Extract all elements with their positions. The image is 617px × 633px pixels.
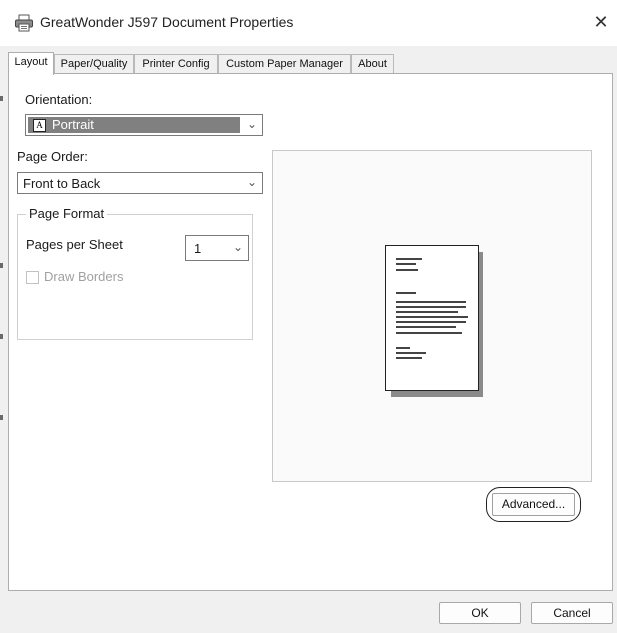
page-format-legend: Page Format xyxy=(26,206,108,221)
tab-about[interactable]: About xyxy=(351,54,394,73)
tab-custom-paper-manager[interactable]: Custom Paper Manager xyxy=(218,54,351,73)
ok-button[interactable]: OK xyxy=(439,602,521,624)
orientation-label: Orientation: xyxy=(25,92,93,107)
tab-layout[interactable]: Layout xyxy=(8,52,54,75)
edge-mark xyxy=(0,263,3,268)
tab-printer-config[interactable]: Printer Config xyxy=(134,54,218,73)
draw-borders-label: Draw Borders xyxy=(44,269,124,284)
draw-borders-checkbox[interactable] xyxy=(26,271,39,284)
edge-mark xyxy=(0,96,3,101)
chevron-down-icon: ⌄ xyxy=(246,117,257,131)
close-button[interactable]: ✕ xyxy=(590,11,612,33)
chevron-down-icon: ⌄ xyxy=(246,175,257,189)
pages-per-sheet-value: 1 xyxy=(194,241,202,256)
window-title: GreatWonder J597 Document Properties xyxy=(40,14,294,30)
edge-mark xyxy=(0,334,3,339)
pages-per-sheet-label: Pages per Sheet xyxy=(26,237,123,252)
tab-paper-quality[interactable]: Paper/Quality xyxy=(54,54,134,73)
advanced-button-highlight: Advanced... xyxy=(486,487,581,522)
title-bar: GreatWonder J597 Document Properties ✕ xyxy=(0,0,617,46)
layout-tab-panel: Orientation: A Portrait ⌄ Page Order: Fr… xyxy=(8,73,613,591)
dialog-client-area: Layout Paper/Quality Printer Config Cust… xyxy=(0,46,617,633)
printer-icon xyxy=(14,14,34,32)
page-format-group: Page Format Pages per Sheet 1 ⌄ Draw Bor… xyxy=(17,206,253,340)
portrait-page-icon: A xyxy=(33,119,46,132)
page-order-label: Page Order: xyxy=(17,149,88,164)
layout-preview xyxy=(272,150,592,482)
advanced-button[interactable]: Advanced... xyxy=(492,493,575,516)
edge-mark xyxy=(0,415,3,420)
chevron-down-icon: ⌄ xyxy=(232,240,243,254)
pages-per-sheet-dropdown[interactable]: 1 ⌄ xyxy=(185,235,249,261)
page-order-value: Front to Back xyxy=(23,176,101,191)
orientation-dropdown[interactable]: A Portrait ⌄ xyxy=(25,114,263,136)
preview-page xyxy=(385,245,479,391)
page-order-dropdown[interactable]: Front to Back ⌄ xyxy=(17,172,263,194)
cancel-button[interactable]: Cancel xyxy=(531,602,613,624)
orientation-value: Portrait xyxy=(52,117,94,132)
